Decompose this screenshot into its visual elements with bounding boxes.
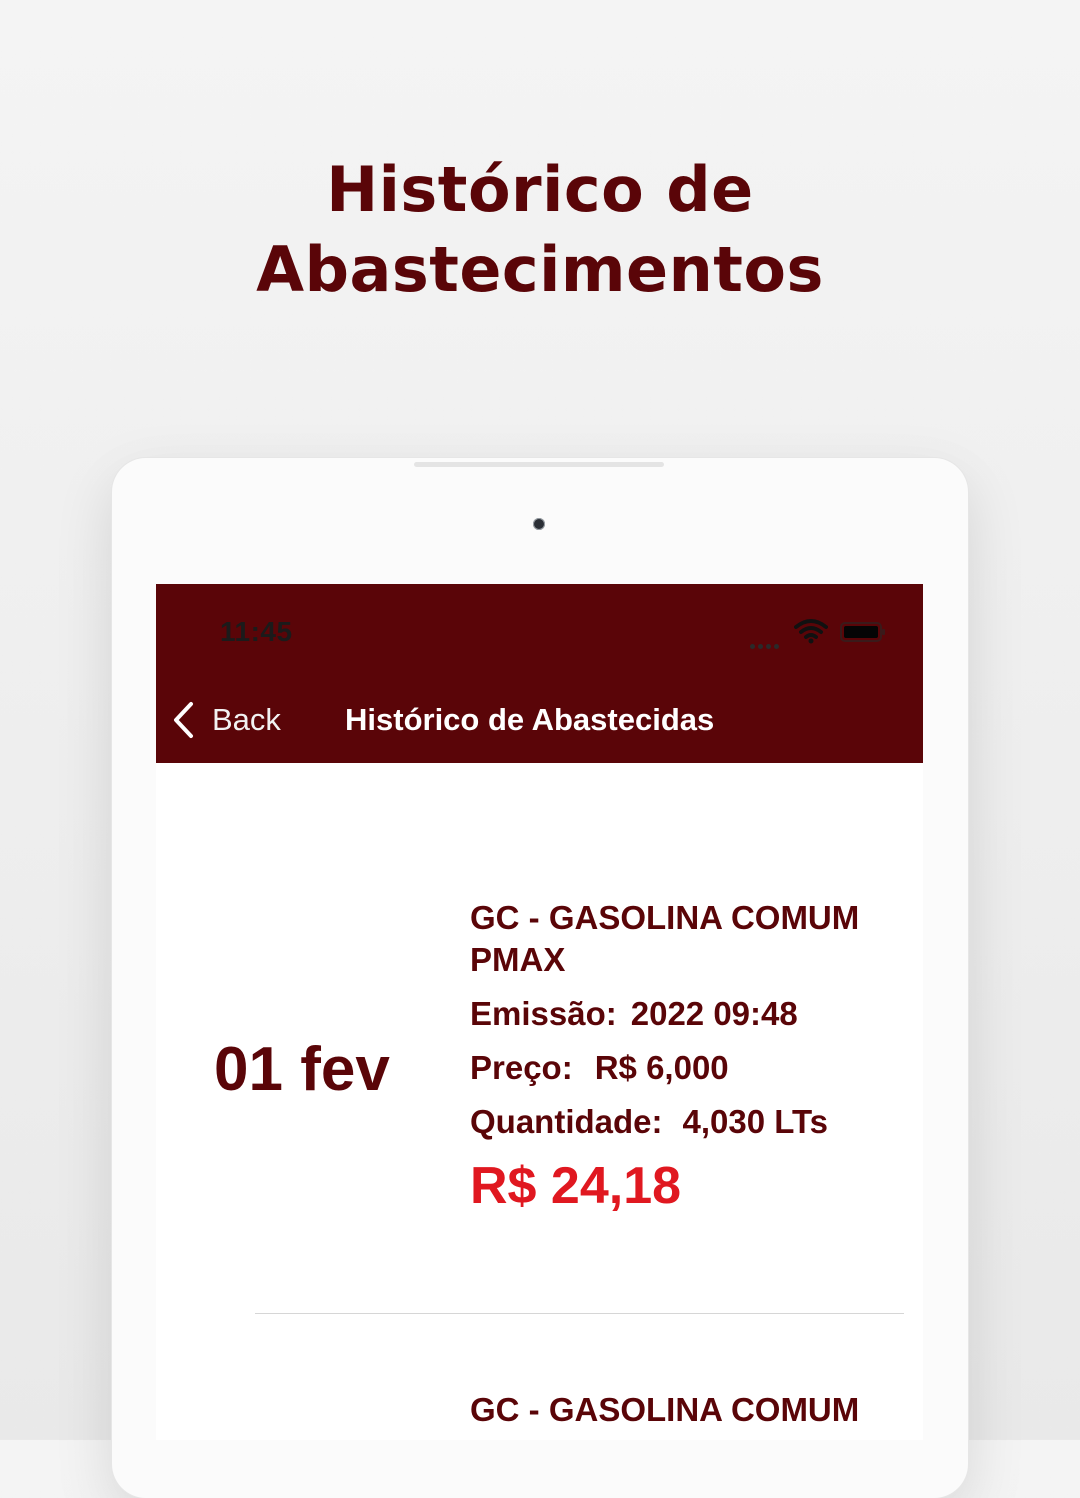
record-info: GC - GASOLINA COMUM PMAX: [470, 1389, 890, 1440]
promo-title: Histórico de Abastecimentos: [0, 150, 1080, 310]
camera-icon: [533, 518, 545, 530]
record-info: GC - GASOLINA COMUM PMAX Emissão: 2022 09…: [470, 897, 890, 1221]
record-date: 01 fev: [214, 1035, 390, 1104]
product-name: GC - GASOLINA COMUM PMAX: [470, 899, 860, 978]
emission-value: 2022 09:48: [630, 995, 798, 1032]
price-label: Preço:: [470, 1049, 573, 1086]
price-row: Preço: R$ 6,000: [470, 1041, 890, 1095]
price-value: R$ 6,000: [594, 1049, 729, 1086]
quantity-value: 4,030 LTs: [682, 1103, 829, 1140]
total-value: R$ 24,18: [470, 1157, 682, 1215]
app-screen: 11:45 Back Histórico de Abastecidas 01 f…: [156, 584, 923, 1440]
quantity-row: Quantidade: 4,030 LTs: [470, 1095, 890, 1149]
promo-title-line-2: Abastecimentos: [256, 233, 824, 306]
emission-label: Emissão:: [470, 995, 617, 1032]
product-name: GC - GASOLINA COMUM PMAX: [470, 1391, 860, 1440]
emission-row: Emissão: 2022 09:48: [470, 987, 890, 1041]
quantity-label: Quantidade:: [470, 1103, 663, 1140]
list-item[interactable]: 01 fev GC - GASOLINA COMUM PMAX Emissão:…: [156, 584, 923, 1314]
promo-title-line-1: Histórico de: [326, 153, 754, 226]
list-item[interactable]: GC - GASOLINA COMUM PMAX: [156, 1315, 923, 1440]
tablet-top-edge: [414, 462, 664, 467]
divider: [255, 1313, 904, 1314]
